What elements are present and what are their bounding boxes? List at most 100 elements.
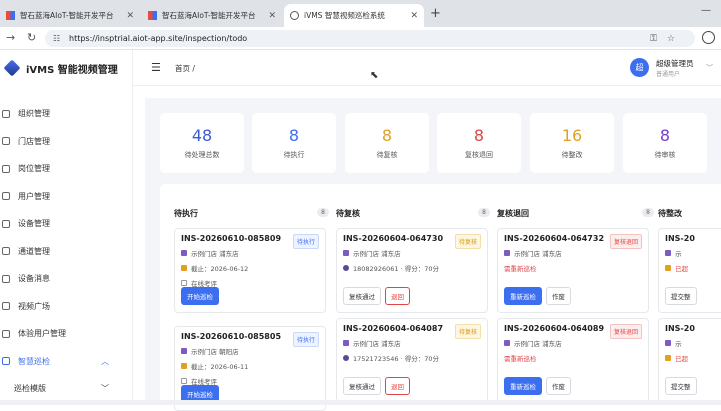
top-bar: ☰ 首页 / ⬉ 超 超级管理员 普通用户 ﹀: [133, 50, 721, 86]
store-name: 示例门店 浦东店: [514, 338, 562, 348]
status-badge: 待复核: [455, 324, 481, 339]
tab-title: 智石蓝海AIoT-智能开发平台: [20, 10, 114, 21]
sidebar-item-positions[interactable]: 岗位管理: [0, 155, 133, 183]
overdue-text: 已超: [675, 263, 688, 273]
task-card[interactable]: INS-20260610-085805 待执行 示例门店 朝阳店 截止：2026…: [174, 326, 326, 411]
inspection-icon: [2, 357, 10, 365]
logo-icon: [4, 60, 21, 77]
submit-rectification-button[interactable]: 提交整: [665, 377, 697, 395]
channel-icon: [2, 247, 10, 255]
reinspect-note: 需重新巡检: [504, 353, 642, 363]
reinspect-button[interactable]: 重新巡检: [504, 377, 542, 395]
task-card[interactable]: INS-20260604-064730 待复核 示例门店 浦东店 1808292…: [336, 228, 488, 313]
status-badge: 待复核: [455, 234, 481, 249]
sidebar-item-label: 用户管理: [18, 191, 50, 202]
calendar-icon: [181, 363, 187, 369]
stat-label: 待处理总数: [160, 150, 244, 160]
stat-card-to-rectify[interactable]: 16待整改: [530, 113, 614, 173]
user-name[interactable]: 超级管理员: [656, 58, 694, 69]
store-name: 示: [675, 248, 682, 258]
forward-icon[interactable]: →: [6, 31, 15, 44]
column-count-badge: 8: [642, 208, 654, 217]
start-inspection-button[interactable]: 开始巡检: [181, 287, 219, 305]
return-button[interactable]: 退回: [385, 287, 410, 305]
void-button[interactable]: 作废: [546, 377, 571, 395]
deadline-line: 截止：2026-06-11: [181, 361, 319, 371]
store-name: 示例门店 朝阳店: [191, 346, 239, 356]
stat-card-to-execute[interactable]: 8待执行: [252, 113, 336, 173]
sidebar-item-label: 智慧巡检: [18, 356, 50, 367]
sidebar-item-devices[interactable]: 设备管理: [0, 210, 133, 238]
breadcrumb[interactable]: 首页 /: [175, 63, 195, 74]
task-card[interactable]: INS-20 示 已超 提交整: [658, 318, 721, 403]
task-card[interactable]: INS-20260604-064087 待复核 示例门店 浦东店 1752172…: [336, 318, 488, 403]
stat-card-to-audit[interactable]: 8待审核: [623, 113, 707, 173]
trial-user-icon: [2, 330, 10, 338]
task-card[interactable]: INS-20260610-085809 待执行 示例门店 浦东店 截止：2026…: [174, 228, 326, 313]
url-text: https://insptrial.aiot-app.site/inspecti…: [69, 34, 247, 43]
chevron-down-icon[interactable]: ﹀: [706, 63, 713, 73]
task-card[interactable]: INS-20 示 已超 提交整: [658, 228, 721, 313]
task-card[interactable]: INS-20260604-064089 复核退回 示例门店 浦东店 需重新巡检 …: [497, 318, 649, 403]
store-name: 示: [675, 338, 682, 348]
bookmark-star-icon[interactable]: ⚿☆: [650, 34, 685, 44]
url-field[interactable]: ☷ https://insptrial.aiot-app.site/inspec…: [45, 30, 695, 47]
sidebar-item-smart-inspection[interactable]: 智慧巡检︿: [0, 348, 133, 376]
person-icon: [343, 355, 349, 361]
sidebar-item-org[interactable]: 组织管理: [0, 100, 133, 128]
sidebar-item-channels[interactable]: 通道管理: [0, 238, 133, 266]
column-title: 待执行: [174, 208, 198, 219]
approve-review-button[interactable]: 复核通过: [343, 377, 381, 395]
browser-tab-3-active[interactable]: iVMS 智慧视频巡检系统 ✕: [284, 4, 424, 27]
stat-label: 待执行: [252, 150, 336, 160]
site-info-icon[interactable]: ☷: [53, 34, 63, 43]
close-tab-icon[interactable]: ✕: [410, 11, 418, 21]
store-name: 示例门店 浦东店: [191, 248, 239, 258]
stat-card-to-review[interactable]: 8待复核: [345, 113, 429, 173]
column-title: 待整改: [658, 208, 682, 219]
profile-icon[interactable]: [702, 31, 715, 44]
video-icon: [2, 302, 10, 310]
sidebar-item-trial-users[interactable]: 体验用户管理: [0, 320, 133, 348]
kanban-board: 待执行 8 待复核 8 复核退回 8 待整改 INS-20260610-0858…: [160, 184, 721, 405]
sidebar-item-inspection-templates[interactable]: 巡检模版﹀: [0, 375, 133, 403]
sidebar-item-stores[interactable]: 门店管理: [0, 128, 133, 156]
stat-label: 待复核: [345, 150, 429, 160]
column-title: 待复核: [336, 208, 360, 219]
store-icon: [504, 250, 510, 256]
return-button[interactable]: 退回: [385, 377, 410, 395]
app-title: iVMS 智能视频管理: [26, 61, 118, 76]
store-line: 示例门店 浦东店: [504, 248, 642, 258]
sidebar-item-label: 体验用户管理: [18, 328, 66, 339]
close-tab-icon[interactable]: ✕: [268, 11, 276, 21]
sidebar-item-users[interactable]: 用户管理: [0, 183, 133, 211]
browser-tab-2[interactable]: 智石蓝海AIoT-智能开发平台 ✕: [142, 4, 282, 27]
submit-rectification-button[interactable]: 提交整: [665, 287, 697, 305]
stat-card-review-returned[interactable]: 8复核退回: [437, 113, 521, 173]
stat-label: 待审核: [623, 150, 707, 160]
close-tab-icon[interactable]: ✕: [126, 11, 134, 21]
reinspect-button[interactable]: 重新巡检: [504, 287, 542, 305]
user-role: 普通用户: [656, 69, 680, 78]
new-tab-icon[interactable]: +: [430, 6, 441, 21]
approve-review-button[interactable]: 复核通过: [343, 287, 381, 305]
avatar[interactable]: 超: [630, 58, 649, 77]
browser-tab-1[interactable]: 智石蓝海AIoT-智能开发平台 ✕: [0, 4, 140, 27]
menu-toggle-icon[interactable]: ☰: [151, 61, 161, 74]
device-icon: [2, 220, 10, 228]
store-icon: [2, 137, 10, 145]
store-icon: [181, 348, 187, 354]
task-card[interactable]: INS-20260604-064732 复核退回 示例门店 浦东店 需重新巡检 …: [497, 228, 649, 313]
sidebar-item-video-square[interactable]: 视频广场: [0, 293, 133, 321]
sidebar-item-label: 岗位管理: [18, 163, 50, 174]
sidebar-item-label: 设备管理: [18, 218, 50, 229]
reload-icon[interactable]: ↻: [27, 31, 36, 44]
deadline-text: 截止：2026-06-11: [191, 361, 248, 371]
globe-icon: [290, 11, 299, 20]
horizontal-scrollbar[interactable]: [0, 400, 721, 405]
void-button[interactable]: 作废: [546, 287, 571, 305]
sidebar-item-device-messages[interactable]: 设备消息: [0, 265, 133, 293]
stat-card-total[interactable]: 48待处理总数: [160, 113, 244, 173]
warning-icon: [665, 355, 671, 361]
window-minimize-icon[interactable]: —: [701, 5, 711, 16]
